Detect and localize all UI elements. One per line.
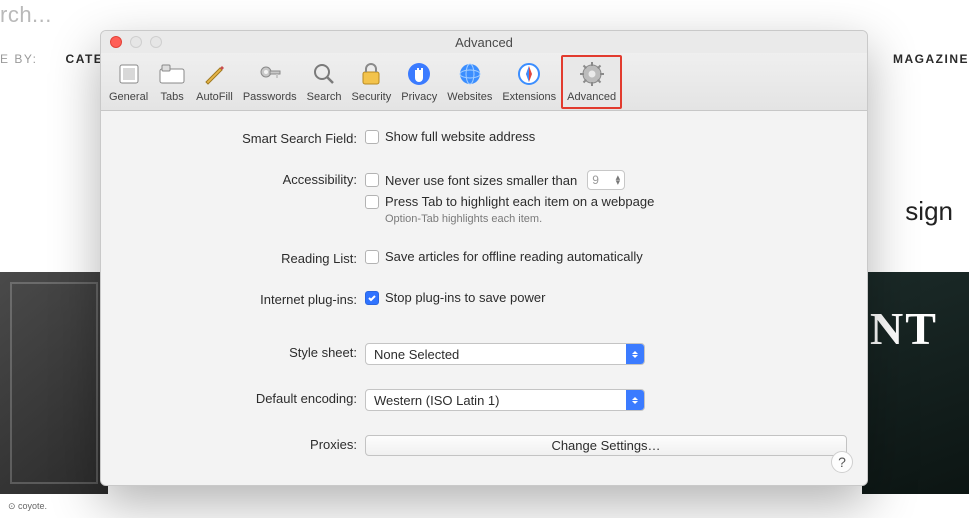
tab-websites[interactable]: Websites [442, 56, 497, 108]
lock-icon [357, 60, 385, 88]
preferences-toolbar: General Tabs AutoFill Passwords Search [101, 53, 867, 111]
tab-extensions[interactable]: Extensions [497, 56, 561, 108]
checkbox-save-offline[interactable] [365, 250, 379, 264]
nav-category[interactable]: CATE [66, 52, 104, 66]
window-zoom-button[interactable] [150, 36, 162, 48]
checkbox-stop-plugins[interactable] [365, 291, 379, 305]
tab-privacy[interactable]: Privacy [396, 56, 442, 108]
change-settings-button[interactable]: Change Settings… [365, 435, 847, 456]
general-icon [115, 60, 143, 88]
checkbox-show-full-address[interactable] [365, 130, 379, 144]
accessibility-label: Accessibility: [121, 170, 365, 187]
smart-search-label: Smart Search Field: [121, 129, 365, 146]
checkbox-press-tab[interactable] [365, 195, 379, 209]
tab-advanced[interactable]: Advanced [561, 55, 622, 109]
chevron-updown-icon [626, 390, 644, 410]
search-icon [310, 60, 338, 88]
bg-thumbnail-left[interactable]: ⊙ coyote. [0, 272, 108, 494]
option-tab-hint: Option-Tab highlights each item. [385, 213, 847, 225]
window-close-button[interactable] [110, 36, 122, 48]
reading-list-label: Reading List: [121, 249, 365, 266]
autofill-icon [200, 60, 228, 88]
gear-icon [578, 60, 606, 88]
nav-magazine[interactable]: MAGAZINE [893, 52, 969, 66]
tab-passwords[interactable]: Passwords [238, 56, 302, 108]
titlebar: Advanced [101, 31, 867, 53]
never-font-size-option[interactable]: Never use font sizes smaller than 9 ▴▾ [365, 170, 847, 190]
stylesheet-label: Style sheet: [121, 343, 365, 360]
stylesheet-select[interactable]: None Selected [365, 343, 645, 365]
plugins-label: Internet plug-ins: [121, 290, 365, 307]
tab-security[interactable]: Security [346, 56, 396, 108]
key-icon [256, 60, 284, 88]
tab-tabs[interactable]: Tabs [153, 56, 191, 108]
tab-autofill[interactable]: AutoFill [191, 56, 238, 108]
chevron-updown-icon [626, 344, 644, 364]
checkbox-show-develop[interactable] [365, 485, 379, 487]
compass-icon [515, 60, 543, 88]
search-placeholder-fragment: rch... [0, 2, 52, 28]
advanced-pane: Smart Search Field: Show full website ad… [101, 111, 867, 485]
show-full-address-option[interactable]: Show full website address [365, 129, 847, 144]
thumb-caption: ⊙ coyote. [4, 499, 51, 514]
browse-by-label: E BY: [0, 52, 38, 66]
tab-search[interactable]: Search [302, 56, 347, 108]
preferences-window: Advanced General Tabs AutoFill Passwords [100, 30, 868, 486]
tabs-icon [158, 60, 186, 88]
thumb-right-text: NT [870, 302, 938, 355]
show-develop-option[interactable]: Show Develop menu in menu bar [365, 484, 847, 486]
save-offline-option[interactable]: Save articles for offline reading automa… [365, 249, 847, 264]
globe-icon [456, 60, 484, 88]
help-button[interactable]: ? [831, 451, 853, 473]
tab-general[interactable]: General [104, 56, 153, 108]
window-title: Advanced [455, 35, 513, 50]
hand-icon [405, 60, 433, 88]
encoding-label: Default encoding: [121, 389, 365, 406]
window-minimize-button[interactable] [130, 36, 142, 48]
proxies-label: Proxies: [121, 435, 365, 452]
bg-headline: sign [905, 196, 953, 227]
bg-thumbnail-right[interactable]: NT [862, 272, 969, 494]
checkbox-font-size[interactable] [365, 173, 379, 187]
stop-plugins-option[interactable]: Stop plug-ins to save power [365, 290, 847, 305]
font-size-stepper[interactable]: 9 ▴▾ [587, 170, 625, 190]
encoding-select[interactable]: Western (ISO Latin 1) [365, 389, 645, 411]
press-tab-option[interactable]: Press Tab to highlight each item on a we… [365, 194, 847, 209]
